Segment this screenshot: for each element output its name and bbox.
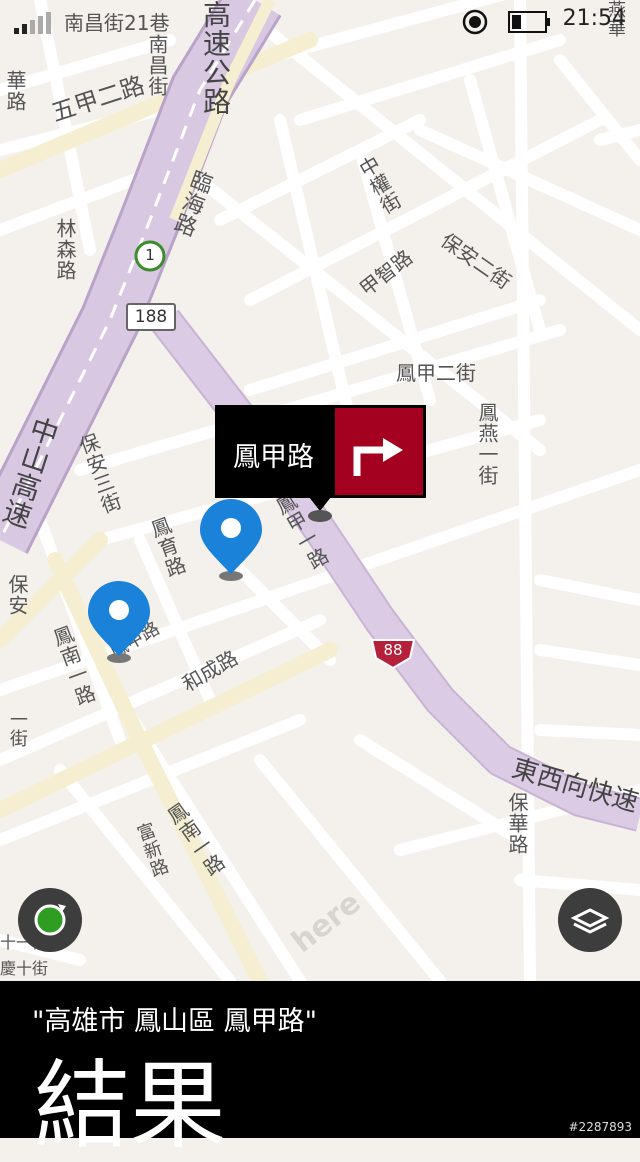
road-label: 華路 [3,70,27,112]
location-dot [308,510,332,522]
page-title: 結果 [34,1050,226,1162]
road-label: 鳳燕一街 [475,402,499,486]
route-shield-88: 88 [370,636,416,670]
route-shield-188: 188 [126,303,176,331]
compass-button[interactable] [18,888,82,952]
callout-label: 鳳甲路 [233,442,314,473]
route-shield-1-label: 1 [145,246,155,264]
route-shield-88-label: 88 [383,641,403,659]
road-label: 南昌街 [145,34,169,97]
clock: 21:54 [562,6,626,31]
map-view[interactable]: 南昌街21巷 南昌街 五甲二路 高速公路 臨海路 林森路 華路 中山高速 中權街… [0,0,640,981]
battery-icon [508,11,550,33]
compass-icon [34,904,66,936]
layers-button[interactable] [558,888,622,952]
road-label: 保華路 [505,792,529,855]
location-callout[interactable]: 鳳甲路 [215,405,426,498]
location-pin-icon[interactable] [86,580,152,664]
road-label: 保安 [5,574,29,616]
search-query: "高雄市 鳳山區 鳳甲路" [32,1006,318,1037]
road-label: 慶十街 [0,959,49,978]
route-shield-1: 1 [134,240,166,272]
road-label: 林森路 [53,218,77,281]
location-pin-icon[interactable] [198,498,264,582]
results-panel: "高雄市 鳳山區 鳳甲路" 結果 #2287893 [0,981,640,1161]
directions-button[interactable] [335,408,423,495]
signal-icon [14,12,51,34]
layers-icon [570,908,610,934]
road-label: 鳳甲二街 [396,361,476,385]
turn-right-icon [353,438,403,476]
road-label: 一街 [7,710,28,748]
status-bar: 21:54 [0,0,640,42]
watermark: #2287893 [568,1120,633,1134]
gps-icon [462,9,488,35]
